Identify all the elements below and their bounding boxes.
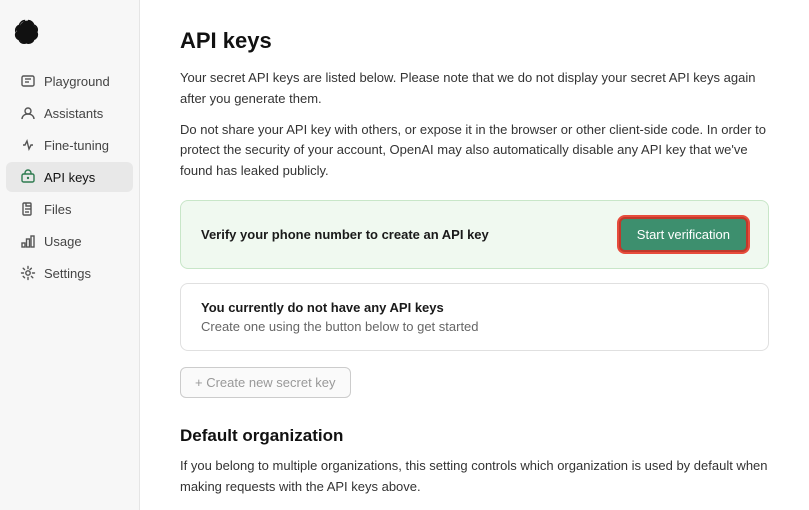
main-content: API keys Your secret API keys are listed… [140,0,809,510]
api-keys-icon [20,169,36,185]
sidebar-item-files[interactable]: Files [6,194,133,224]
sidebar-item-settings[interactable]: Settings [6,258,133,288]
description-2: Do not share your API key with others, o… [180,120,769,182]
verify-text: Verify your phone number to create an AP… [201,227,489,242]
sidebar-item-playground-label: Playground [44,74,110,89]
app-logo [0,10,139,65]
sidebar-item-settings-label: Settings [44,266,91,281]
page-title: API keys [180,28,769,54]
default-org-section-title: Default organization [180,426,769,446]
default-org-description: If you belong to multiple organizations,… [180,456,769,498]
sidebar-item-usage-label: Usage [44,234,82,249]
description-1: Your secret API keys are listed below. P… [180,68,769,110]
verify-phone-box: Verify your phone number to create an AP… [180,200,769,269]
openai-logo-icon [14,18,42,46]
sidebar-item-playground[interactable]: Playground [6,66,133,96]
no-keys-box: You currently do not have any API keys C… [180,283,769,351]
sidebar-item-files-label: Files [44,202,71,217]
sidebar-item-fine-tuning-label: Fine-tuning [44,138,109,153]
no-keys-subtitle: Create one using the button below to get… [201,319,748,334]
assistants-icon [20,105,36,121]
create-secret-key-button[interactable]: + Create new secret key [180,367,351,398]
fine-tuning-icon [20,137,36,153]
sidebar-item-assistants[interactable]: Assistants [6,98,133,128]
sidebar-item-fine-tuning[interactable]: Fine-tuning [6,130,133,160]
sidebar-item-api-keys[interactable]: API keys [6,162,133,192]
no-keys-title: You currently do not have any API keys [201,300,748,315]
sidebar-item-assistants-label: Assistants [44,106,103,121]
sidebar: Playground Assistants Fine-tuning API ke… [0,0,140,510]
sidebar-item-usage[interactable]: Usage [6,226,133,256]
sidebar-item-api-keys-label: API keys [44,170,95,185]
usage-icon [20,233,36,249]
settings-icon [20,265,36,281]
files-icon [20,201,36,217]
start-verification-button[interactable]: Start verification [619,217,748,252]
playground-icon [20,73,36,89]
